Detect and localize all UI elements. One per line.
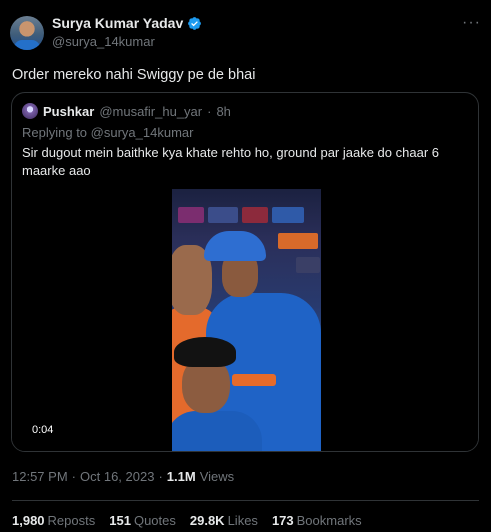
- quotes-count: 151: [109, 513, 131, 528]
- likes-label: Likes: [227, 513, 258, 528]
- quotes-label: Quotes: [133, 513, 176, 528]
- quoted-avatar[interactable]: [22, 103, 38, 119]
- quoted-header: Pushkar @musafir_hu_yar · 8h: [22, 103, 231, 119]
- player-front-body: [172, 411, 262, 451]
- engagement-stats: 1,980 Reposts 151 Quotes 29.8K Likes 173 Boo…: [12, 513, 362, 528]
- ad-banner: [272, 207, 304, 223]
- bookmarks-count: 173: [271, 513, 294, 528]
- player-front-hair: [174, 337, 236, 367]
- tweet-meta: 12:57 PM · Oct 16, 2023 · 1.1M Views: [12, 469, 234, 484]
- reposts-stat[interactable]: 1,980 Reposts: [12, 513, 95, 528]
- views-count[interactable]: 1.1M: [167, 469, 196, 484]
- reposts-count: 1,980: [12, 513, 45, 528]
- video-player[interactable]: 0:04: [12, 189, 478, 451]
- tweet-card: Surya Kumar Yadav @surya_14kumar ··· Ord…: [0, 0, 491, 532]
- quoted-dot-separator: ·: [207, 103, 212, 119]
- ad-banner: [296, 257, 320, 273]
- meta-separator: ·: [158, 469, 163, 484]
- quoted-handle[interactable]: @musafir_hu_yar: [99, 104, 202, 119]
- jersey-stripe: [232, 374, 276, 386]
- ad-banner: [178, 207, 204, 223]
- quoted-tweet[interactable]: Pushkar @musafir_hu_yar · 8h Replying to…: [11, 92, 479, 452]
- author-avatar[interactable]: [10, 16, 44, 50]
- reposts-label: Reposts: [47, 513, 96, 528]
- divider: [12, 500, 479, 501]
- player-center-cap: [204, 231, 266, 261]
- video-frame: [172, 189, 321, 451]
- views-label: Views: [199, 469, 235, 484]
- meta-separator: ·: [71, 469, 76, 484]
- bookmarks-stat[interactable]: 173 Bookmarks: [272, 513, 362, 528]
- author-display-name[interactable]: Surya Kumar Yadav: [52, 15, 183, 31]
- ad-banner: [208, 207, 238, 223]
- quoted-text: Sir dugout mein baithke kya khate rehto …: [22, 145, 439, 178]
- verified-badge-icon: [188, 16, 202, 30]
- replying-to-label: Replying to: [22, 125, 88, 140]
- quotes-stat[interactable]: 151 Quotes: [109, 513, 176, 528]
- likes-stat[interactable]: 29.8K Likes: [190, 513, 258, 528]
- author-handle[interactable]: @surya_14kumar: [52, 34, 155, 49]
- ad-banner: [278, 233, 318, 249]
- more-icon[interactable]: ···: [462, 14, 481, 32]
- ad-banner: [242, 207, 268, 223]
- video-duration: 0:04: [28, 423, 58, 437]
- replying-to-mention[interactable]: @surya_14kumar: [91, 125, 194, 140]
- avatar-shirt: [14, 40, 40, 50]
- quoted-display-name[interactable]: Pushkar: [43, 104, 94, 119]
- likes-count: 29.8K: [189, 513, 225, 528]
- quoted-replying-to: Replying to @surya_14kumar: [22, 125, 193, 140]
- tweet-time[interactable]: 12:57 PM: [12, 469, 68, 484]
- bookmarks-label: Bookmarks: [296, 513, 362, 528]
- tweet-text: Order mereko nahi Swiggy pe de bhai: [12, 67, 256, 83]
- tweet-date[interactable]: Oct 16, 2023: [80, 469, 154, 484]
- quoted-time[interactable]: 8h: [216, 104, 230, 119]
- author-name-row: Surya Kumar Yadav: [52, 15, 202, 31]
